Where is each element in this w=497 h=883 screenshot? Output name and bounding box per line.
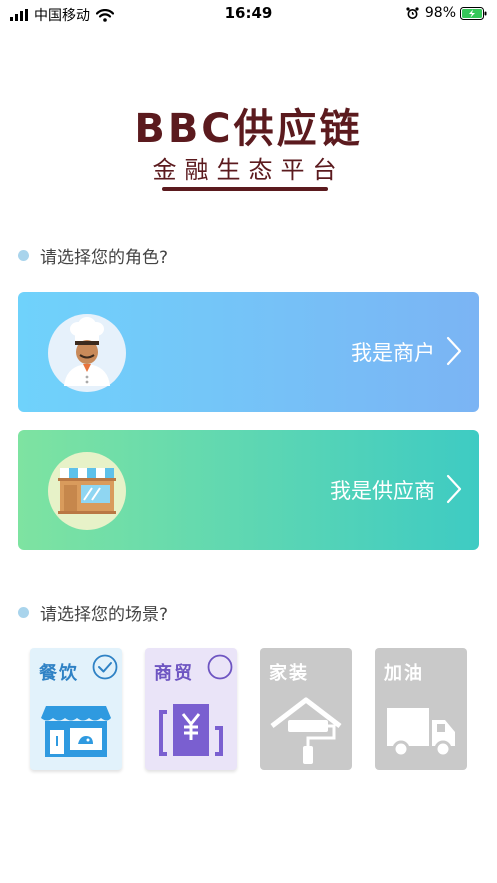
scene-prompt: 请选择您的场景?: [40, 605, 169, 625]
battery-icon: [460, 6, 487, 20]
status-right: 98%: [406, 5, 487, 21]
scene-tile-trade[interactable]: 商贸: [145, 648, 237, 770]
battery-percent: 98%: [424, 5, 456, 21]
yen-building-icon: [159, 704, 223, 756]
merchant-role-card[interactable]: 我是商户: [18, 292, 479, 412]
bullet-dot: [18, 607, 29, 618]
scene-tile-fuel[interactable]: 加油: [375, 648, 467, 770]
alarm-icon: [406, 6, 419, 19]
scene-label-dining: 餐饮: [39, 663, 79, 684]
supplier-role-label: 我是供应商: [330, 479, 435, 503]
subtitle-underline: [162, 187, 328, 191]
truck-icon: [387, 708, 455, 758]
role-prompt: 请选择您的角色?: [40, 248, 169, 268]
scene-tile-home-decor[interactable]: 家装: [260, 648, 352, 770]
radio-empty-icon[interactable]: [207, 654, 233, 680]
scene-section-label: 请选择您的场景?: [18, 600, 168, 625]
role-section-label: 请选择您的角色?: [18, 243, 168, 268]
supplier-role-card[interactable]: 我是供应商: [18, 430, 479, 550]
scene-label-home-decor: 家装: [269, 663, 309, 684]
scene-tile-dining[interactable]: 餐饮: [30, 648, 122, 770]
shop-icon: [41, 706, 111, 757]
status-bar: 中国移动 16:49 98%: [0, 0, 497, 26]
chevron-right-icon: [446, 336, 462, 366]
check-circle-icon[interactable]: [92, 654, 118, 680]
storefront-icon: [48, 452, 126, 530]
merchant-role-label: 我是商户: [351, 341, 435, 365]
scene-label-trade: 商贸: [154, 663, 194, 684]
chevron-right-icon: [446, 474, 462, 504]
house-paint-roller-icon: [270, 697, 342, 764]
bullet-dot: [18, 250, 29, 261]
app-title: BBC供应链: [134, 106, 363, 152]
app-subtitle: 金融生态平台: [152, 156, 345, 184]
scene-label-fuel: 加油: [384, 663, 424, 684]
chef-avatar-icon: [48, 314, 126, 392]
